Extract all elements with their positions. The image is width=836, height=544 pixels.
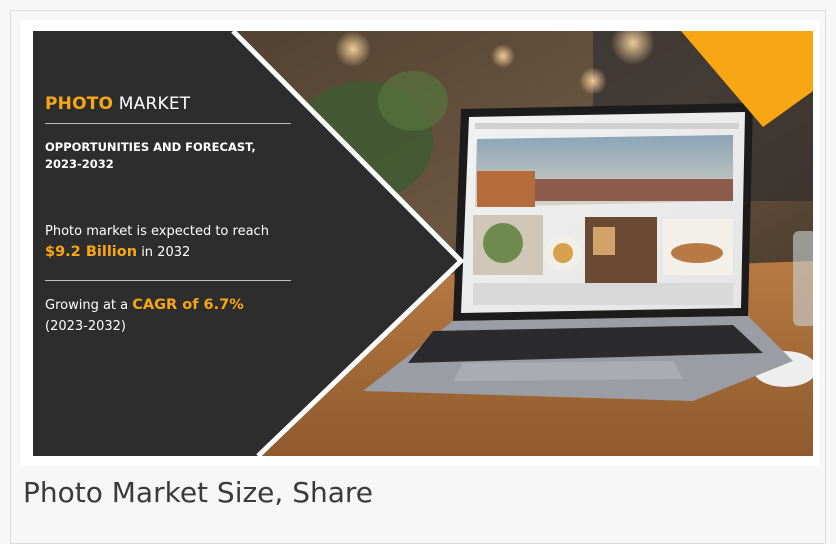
banner-image: PHOTO MARKET OPPORTUNITIES AND FORECAST,… [33, 31, 813, 456]
reach-text: Photo market is expected to reach [45, 224, 269, 239]
report-card: PHOTO MARKET OPPORTUNITIES AND FORECAST,… [10, 10, 826, 544]
cagr-value: CAGR of 6.7% [132, 297, 244, 313]
cagr-period: (2023-2032) [45, 319, 127, 334]
title-accent: PHOTO [45, 94, 114, 114]
market-size-stat: Photo market is expected to reach $9.2 B… [45, 221, 295, 263]
banner-title: PHOTO MARKET [45, 94, 190, 114]
title-rest: MARKET [118, 94, 191, 114]
reach-year: in 2032 [141, 245, 191, 260]
cagr-stat: Growing at a CAGR of 6.7% (2023-2032) [45, 295, 295, 337]
info-panel: PHOTO MARKET OPPORTUNITIES AND FORECAST,… [45, 31, 295, 456]
banner-frame: PHOTO MARKET OPPORTUNITIES AND FORECAST,… [21, 20, 819, 466]
divider [45, 123, 291, 124]
image-caption: Photo Market Size, Share [23, 476, 373, 509]
cagr-prefix: Growing at a [45, 298, 129, 313]
divider [45, 280, 291, 281]
banner-subtitle: OPPORTUNITIES AND FORECAST, 2023-2032 [45, 140, 256, 171]
reach-value: $9.2 Billion [45, 244, 138, 260]
